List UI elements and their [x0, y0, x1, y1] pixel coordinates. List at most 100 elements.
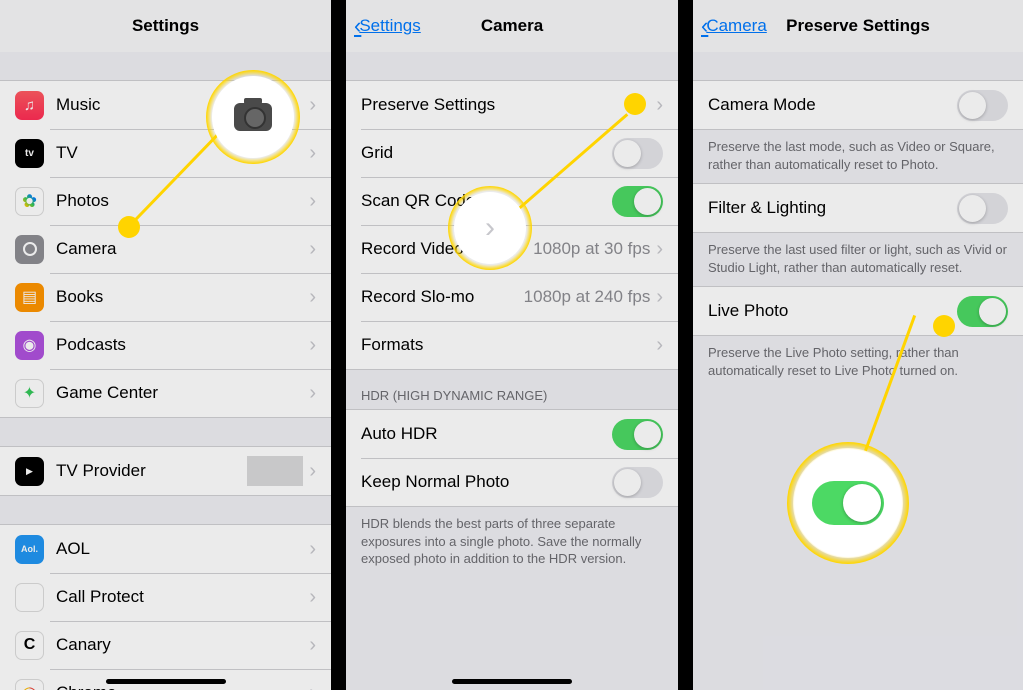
row-label: Auto HDR — [361, 424, 612, 444]
row-label: Keep Normal Photo — [361, 472, 612, 492]
chevron-right-icon: › — [485, 211, 495, 245]
settings-item-canary[interactable]: Canary › — [0, 621, 331, 669]
filter-footer: Preserve the last used filter or light, … — [693, 233, 1023, 286]
annotation-dot — [624, 93, 646, 115]
header: Settings — [0, 0, 331, 52]
row-label: Formats — [361, 335, 656, 355]
home-indicator — [106, 679, 226, 684]
camera-mode-toggle[interactable] — [957, 90, 1008, 121]
page-title: Camera — [481, 16, 543, 36]
annotation-bubble-toggle — [793, 448, 903, 558]
settings-item-game-center[interactable]: Game Center › — [0, 369, 331, 417]
settings-item-photos[interactable]: Photos › — [0, 177, 331, 225]
books-icon — [15, 283, 44, 312]
row-record-slomo[interactable]: Record Slo-mo 1080p at 240 fps › — [346, 273, 678, 321]
settings-item-camera[interactable]: Camera › — [0, 225, 331, 273]
chevron-right-icon: › — [656, 286, 663, 309]
chevron-right-icon: › — [309, 682, 316, 690]
row-label: Photos — [56, 191, 309, 211]
filter-list: Filter & Lighting — [693, 183, 1023, 233]
row-label: Camera — [56, 239, 309, 259]
live-footer: Preserve the Live Photo setting, rather … — [693, 336, 1023, 389]
page-title: Preserve Settings — [786, 16, 930, 36]
annotation-dot — [933, 315, 955, 337]
back-label: Settings — [359, 16, 420, 36]
row-label: Live Photo — [708, 301, 957, 321]
filter-toggle[interactable] — [957, 193, 1008, 224]
tv-icon — [15, 139, 44, 168]
live-photo-list: Live Photo — [693, 286, 1023, 336]
row-grid: Grid — [346, 129, 678, 177]
camera-icon — [15, 235, 44, 264]
live-photo-toggle[interactable] — [957, 296, 1008, 327]
header: ‹ Settings Camera — [346, 0, 678, 52]
scan-qr-toggle[interactable] — [612, 186, 663, 217]
auto-hdr-toggle[interactable] — [612, 419, 663, 450]
row-live-photo: Live Photo — [693, 287, 1023, 335]
row-label: AOL — [56, 539, 309, 559]
row-camera-mode: Camera Mode — [693, 81, 1023, 129]
annotation-bubble-chevron: › — [454, 192, 526, 264]
home-indicator — [452, 679, 572, 684]
keep-normal-toggle[interactable] — [612, 467, 663, 498]
row-keep-normal-photo: Keep Normal Photo — [346, 458, 678, 506]
settings-item-tv-provider[interactable]: TV Provider › — [0, 447, 331, 495]
row-label: Call Protect — [56, 587, 309, 607]
row-label: Canary — [56, 635, 309, 655]
annotation-dot — [118, 216, 140, 238]
camera-mode-list: Camera Mode — [693, 80, 1023, 130]
game-center-icon — [15, 379, 44, 408]
row-filter-lighting: Filter & Lighting — [693, 184, 1023, 232]
chevron-right-icon: › — [309, 286, 316, 309]
canary-icon — [15, 631, 44, 660]
settings-item-books[interactable]: Books › — [0, 273, 331, 321]
back-label: Camera — [706, 16, 766, 36]
settings-item-podcasts[interactable]: Podcasts › — [0, 321, 331, 369]
chevron-right-icon: › — [309, 382, 316, 405]
row-label: Game Center — [56, 383, 309, 403]
chevron-right-icon: › — [309, 586, 316, 609]
camera-settings-pane: ‹ Settings Camera Preserve Settings › Gr… — [346, 0, 678, 690]
chevron-right-icon: › — [309, 142, 316, 165]
row-label: Preserve Settings — [361, 95, 656, 115]
section-header-hdr: HDR (HIGH DYNAMIC RANGE) — [346, 370, 678, 409]
preserve-settings-pane: ‹ Camera Preserve Settings Camera Mode P… — [693, 0, 1023, 690]
settings-item-aol[interactable]: AOL › — [0, 525, 331, 573]
settings-pane: Settings Music › TV › Photos › Camera › … — [0, 0, 331, 690]
tv-provider-icon — [15, 457, 44, 486]
call-protect-icon — [15, 583, 44, 612]
row-label: Filter & Lighting — [708, 198, 957, 218]
row-value: 1080p at 30 fps — [533, 239, 650, 259]
page-title: Settings — [132, 16, 199, 36]
chevron-right-icon: › — [309, 334, 316, 357]
hdr-list: Auto HDR Keep Normal Photo — [346, 409, 678, 507]
row-label: Camera Mode — [708, 95, 957, 115]
grid-toggle[interactable] — [612, 138, 663, 169]
row-label: Books — [56, 287, 309, 307]
row-formats[interactable]: Formats › — [346, 321, 678, 369]
chrome-icon — [15, 679, 44, 690]
toggle-on-icon — [812, 481, 884, 525]
row-label: Chrome — [56, 683, 309, 690]
chevron-right-icon: › — [309, 94, 316, 117]
settings-item-call-protect[interactable]: Call Protect › — [0, 573, 331, 621]
camera-mode-footer: Preserve the last mode, such as Video or… — [693, 130, 1023, 183]
chevron-right-icon: › — [309, 460, 316, 483]
aol-icon — [15, 535, 44, 564]
chevron-right-icon: › — [309, 190, 316, 213]
row-value: 1080p at 240 fps — [524, 287, 651, 307]
podcasts-icon — [15, 331, 44, 360]
back-button[interactable]: ‹ Camera — [701, 0, 767, 52]
settings-group-apps: AOL › Call Protect › Canary › Chrome › — [0, 524, 331, 690]
chevron-right-icon: › — [309, 634, 316, 657]
back-button[interactable]: ‹ Settings — [354, 0, 421, 52]
chevron-right-icon: › — [309, 238, 316, 261]
row-auto-hdr: Auto HDR — [346, 410, 678, 458]
settings-group-tv-provider: TV Provider › — [0, 446, 331, 496]
chevron-right-icon: › — [656, 334, 663, 357]
chevron-right-icon: › — [309, 538, 316, 561]
row-label: TV Provider — [56, 461, 247, 481]
header: ‹ Camera Preserve Settings — [693, 0, 1023, 52]
music-icon — [15, 91, 44, 120]
hdr-footer: HDR blends the best parts of three separ… — [346, 507, 678, 578]
